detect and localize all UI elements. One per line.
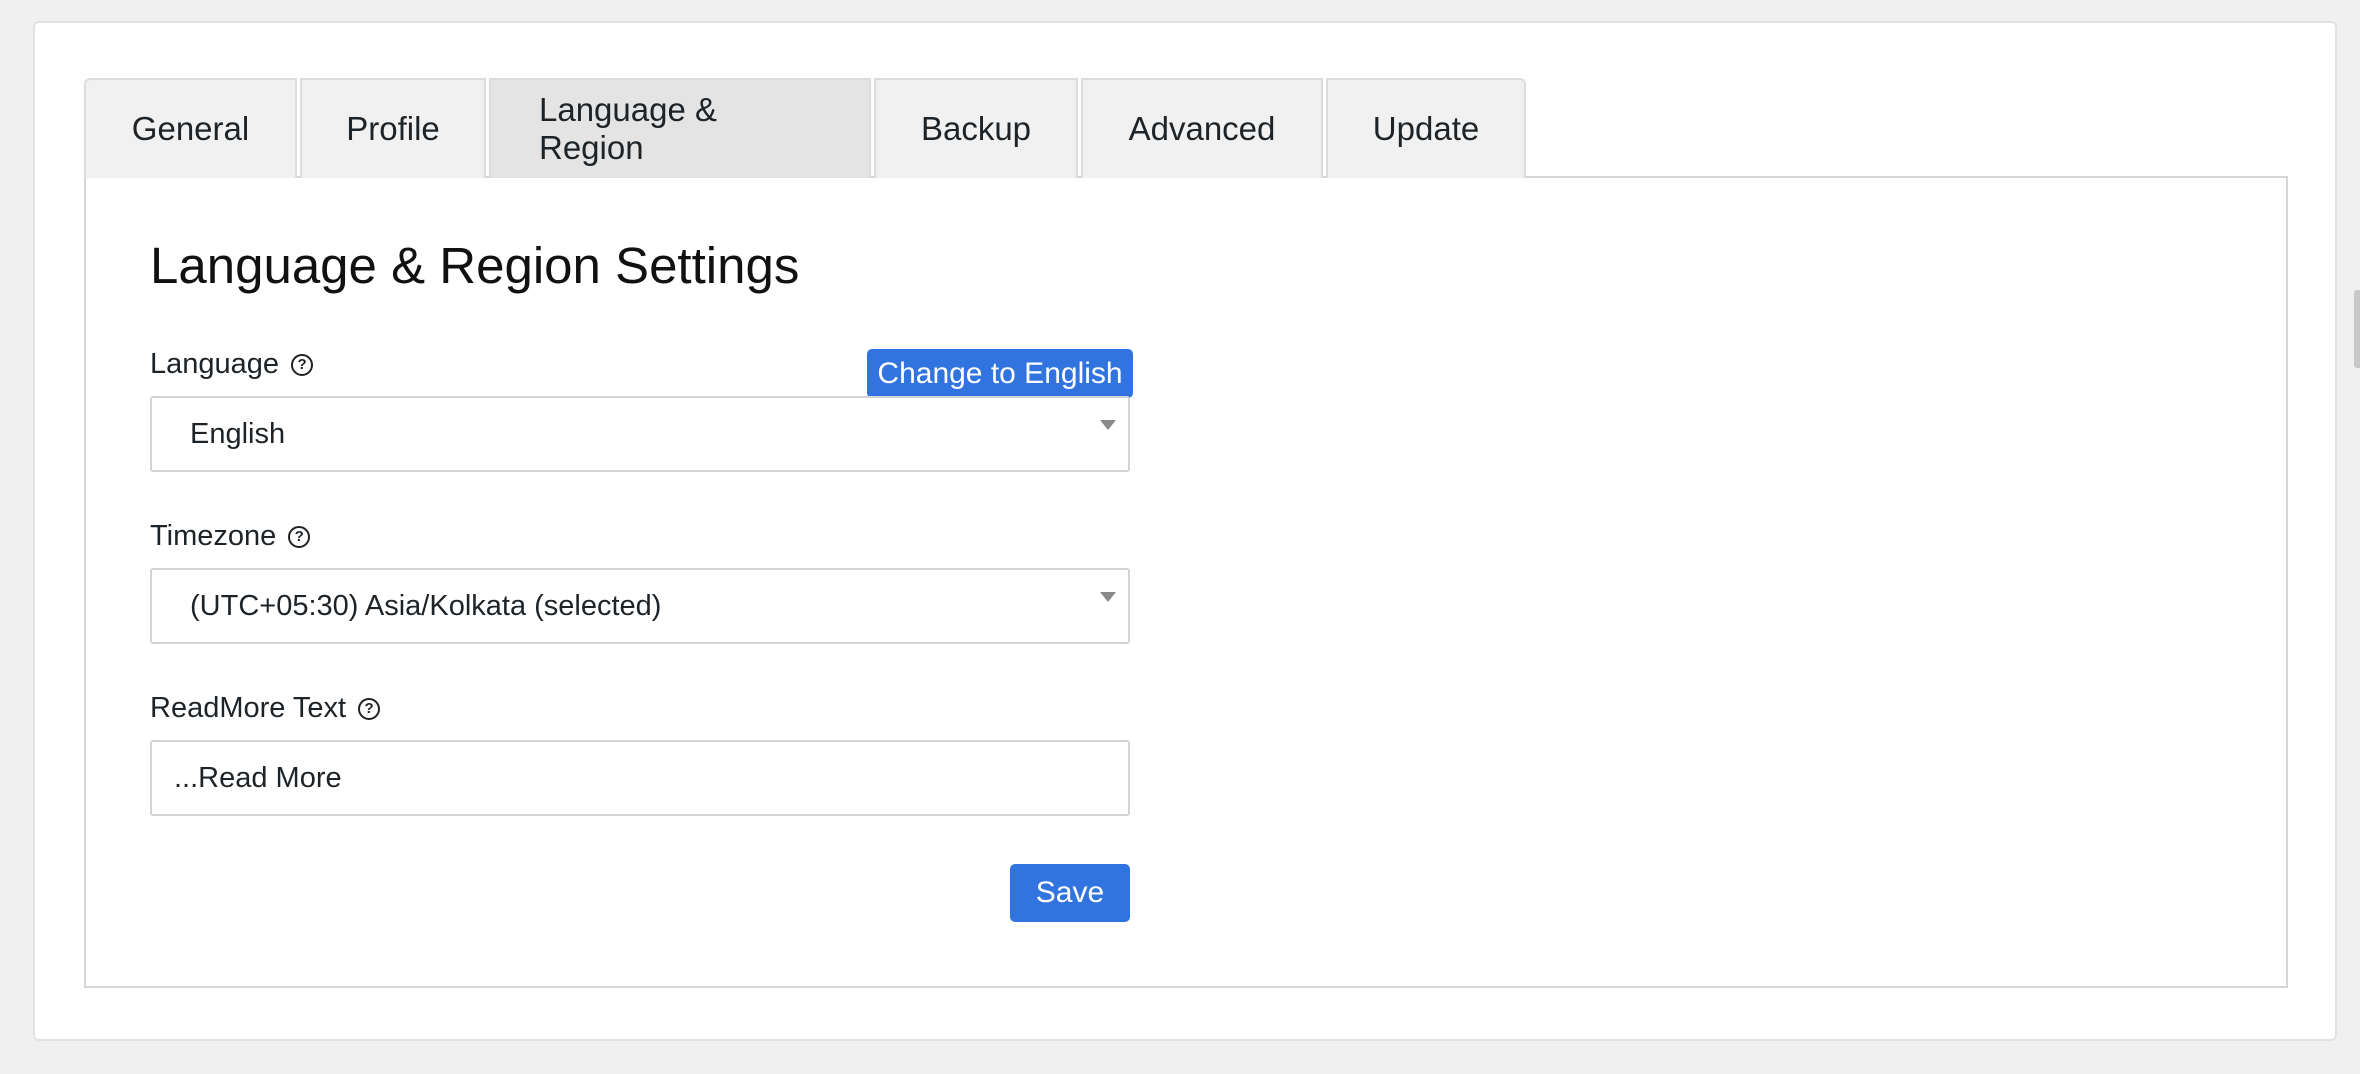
readmore-label-row: ReadMore Text ? [150,692,381,725]
question-circle-icon[interactable]: ? [291,353,314,376]
question-circle-icon[interactable]: ? [288,525,311,548]
scrollbar-handle[interactable] [2354,290,2360,368]
save-button[interactable]: Save [1010,864,1130,922]
question-circle-icon[interactable]: ? [358,697,381,720]
timezone-select-value: (UTC+05:30) Asia/Kolkata (selected) [190,589,662,622]
tab-update[interactable]: Update [1326,78,1526,178]
caret-down-icon [1100,420,1116,430]
tab-advanced[interactable]: Advanced [1081,78,1323,178]
tab-language-region[interactable]: Language & Region [489,78,871,178]
tab-general[interactable]: General [84,78,297,178]
readmore-label: ReadMore Text [150,692,347,724]
timezone-select[interactable]: (UTC+05:30) Asia/Kolkata (selected) [150,568,1130,644]
language-region-panel: Language & Region Settings Language ? Ch… [84,176,2288,988]
readmore-text-input[interactable] [150,740,1130,816]
language-select[interactable]: English [150,396,1130,472]
caret-down-icon [1100,592,1116,602]
language-select-value: English [190,417,286,450]
page-title: Language & Region Settings [150,237,800,294]
language-label-row: Language ? [150,348,314,381]
tab-profile[interactable]: Profile [300,78,486,178]
timezone-label-row: Timezone ? [150,520,311,553]
timezone-label: Timezone [150,520,277,552]
tab-backup[interactable]: Backup [874,78,1078,178]
settings-tabs: General Profile Language & Region Backup… [84,78,1526,178]
language-label: Language [150,348,280,380]
change-to-english-button[interactable]: Change to English [867,349,1133,398]
